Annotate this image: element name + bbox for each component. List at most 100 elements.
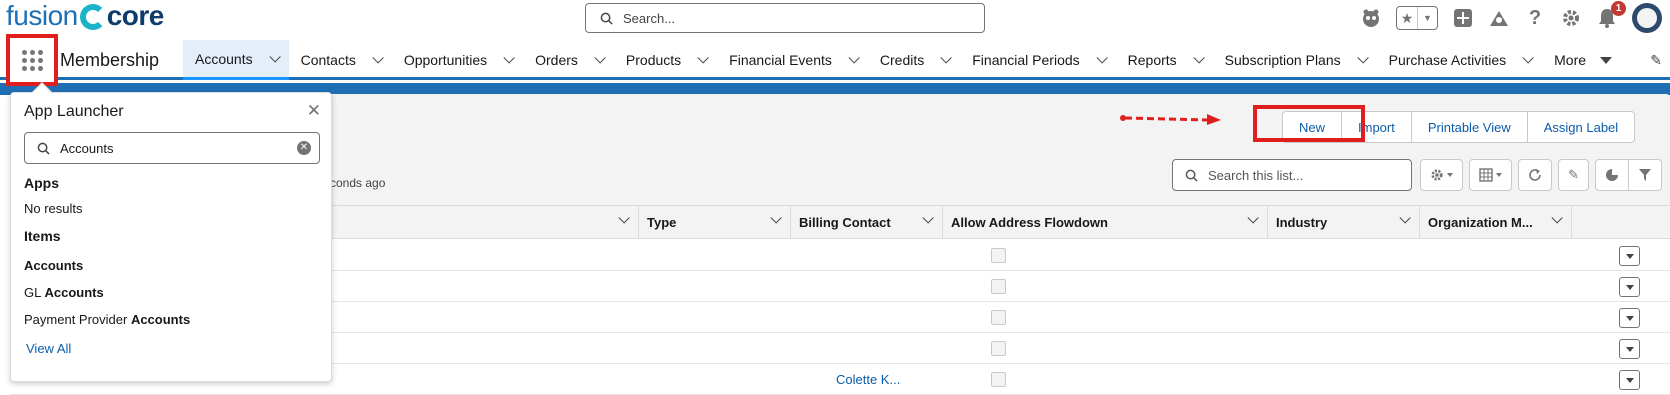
chevron-down-icon[interactable]	[922, 212, 934, 224]
tab-products[interactable]: Products	[614, 40, 717, 80]
row-actions-button[interactable]	[1619, 308, 1640, 328]
app-launcher-button[interactable]	[6, 34, 58, 86]
item-prefix: GL	[24, 285, 45, 300]
list-search-input[interactable]: Search this list...	[1172, 159, 1412, 191]
allow-address-flowdown-checkbox	[991, 279, 1006, 294]
help-icon[interactable]: ?	[1524, 7, 1546, 29]
user-avatar[interactable]	[1632, 3, 1662, 33]
printable-view-button[interactable]: Printable View	[1410, 111, 1528, 143]
tab-financial-periods[interactable]: Financial Periods	[960, 40, 1115, 80]
app-launcher-panel: App Launcher ✕ Accounts ✕ Apps No result…	[10, 82, 332, 382]
tab-orders[interactable]: Orders	[523, 40, 614, 80]
billing-contact-link[interactable]: Colette K...	[836, 372, 900, 387]
search-icon	[37, 142, 50, 155]
caret-down-icon	[1625, 284, 1634, 290]
tab-label: Financial Events	[729, 52, 832, 68]
chevron-down-icon[interactable]	[1551, 212, 1563, 224]
tab-label: Subscription Plans	[1224, 52, 1341, 68]
tab-subscription-plans[interactable]: Subscription Plans	[1213, 40, 1377, 80]
tab-label: Credits	[879, 52, 925, 68]
tab-reports[interactable]: Reports	[1116, 40, 1213, 80]
chevron-down-icon[interactable]	[503, 52, 515, 64]
caret-down-icon	[1625, 315, 1634, 321]
column-label: Allow Address Flowdown	[951, 215, 1108, 230]
column-header-allow-address-flowdown[interactable]: Allow Address Flowdown	[943, 206, 1268, 239]
column-label: Organization M...	[1428, 215, 1533, 230]
items-heading: Items	[24, 228, 61, 244]
launcher-item-payment-provider-accounts[interactable]: Payment Provider Accounts	[24, 312, 190, 327]
gear-icon[interactable]	[1560, 7, 1582, 29]
tab-credits[interactable]: Credits	[868, 40, 960, 80]
list-view-controls-button[interactable]	[1420, 159, 1463, 191]
assign-label-button[interactable]: Assign Label	[1526, 111, 1636, 143]
favorites-dropdown-icon[interactable]: ▼	[1417, 7, 1437, 29]
view-all-link[interactable]: View All	[26, 341, 71, 356]
trailhead-icon[interactable]	[1488, 7, 1510, 29]
table-icon	[1479, 168, 1493, 182]
header-utility-icons: ★ ▼ ? 1	[1360, 1, 1662, 34]
row-actions-button[interactable]	[1619, 339, 1640, 359]
display-as-button[interactable]	[1469, 159, 1512, 191]
caret-down-icon	[1496, 173, 1502, 177]
chevron-down-icon[interactable]	[372, 52, 384, 64]
notifications-bell-icon[interactable]: 1	[1596, 1, 1626, 29]
chevron-down-icon[interactable]	[1357, 52, 1369, 64]
chevron-down-icon[interactable]	[1096, 52, 1108, 64]
column-label: Industry	[1276, 215, 1328, 230]
row-actions-button[interactable]	[1619, 246, 1640, 266]
tab-financial-events[interactable]: Financial Events	[717, 40, 868, 80]
column-header-name[interactable]	[300, 206, 639, 239]
launcher-item-accounts[interactable]: Accounts	[24, 258, 83, 273]
tab-purchase-activities[interactable]: Purchase Activities	[1377, 40, 1543, 80]
column-header-type[interactable]: Type	[639, 206, 791, 239]
avatar-face-icon	[1637, 8, 1657, 28]
star-icon[interactable]: ★	[1397, 7, 1417, 29]
chevron-down-icon[interactable]	[848, 52, 860, 64]
nav-tabs: Accounts Contacts Opportunities Orders P…	[183, 40, 1624, 80]
chevron-down-icon[interactable]	[1399, 212, 1411, 224]
caret-down-icon	[1625, 253, 1634, 259]
item-match: Accounts	[44, 285, 104, 300]
row-actions-button[interactable]	[1619, 370, 1640, 390]
chevron-down-icon[interactable]	[770, 212, 782, 224]
tab-label: Reports	[1127, 52, 1177, 68]
allow-address-flowdown-checkbox	[991, 310, 1006, 325]
chevron-down-icon[interactable]	[697, 52, 709, 64]
chevron-down-icon[interactable]	[940, 52, 953, 64]
chevron-down-icon[interactable]	[1193, 52, 1205, 64]
item-match: Accounts	[130, 312, 191, 327]
tab-opportunities[interactable]: Opportunities	[392, 40, 523, 80]
global-add-icon[interactable]	[1452, 7, 1474, 29]
chevron-down-icon[interactable]	[618, 212, 630, 224]
row-actions-button[interactable]	[1619, 277, 1640, 297]
tab-accounts[interactable]: Accounts	[183, 40, 289, 80]
close-icon[interactable]: ✕	[307, 102, 321, 119]
chevron-down-icon[interactable]	[594, 52, 606, 64]
filters-button[interactable]	[1627, 159, 1662, 191]
column-header-organization[interactable]: Organization M...	[1420, 206, 1572, 239]
clear-search-icon[interactable]: ✕	[297, 141, 311, 155]
chevron-down-icon[interactable]	[1522, 52, 1534, 64]
edit-nav-pencil-icon[interactable]: ✎	[1650, 52, 1662, 69]
tab-contacts[interactable]: Contacts	[289, 40, 392, 80]
app-launcher-search-value: Accounts	[60, 140, 114, 156]
tab-more[interactable]: More	[1542, 40, 1624, 80]
tab-label: Accounts	[195, 50, 253, 67]
search-icon	[600, 12, 613, 25]
chevron-down-icon[interactable]	[269, 50, 281, 63]
launcher-item-gl-accounts[interactable]: GL Accounts	[24, 285, 104, 300]
column-header-billing-contact[interactable]: Billing Contact	[791, 206, 943, 239]
refresh-button[interactable]	[1518, 159, 1552, 191]
fusioncore-logo[interactable]: fusion core	[6, 0, 164, 34]
apps-no-results: No results	[24, 201, 83, 216]
app-launcher-title: App Launcher	[24, 103, 124, 120]
app-launcher-search-input[interactable]: Accounts ✕	[24, 132, 320, 164]
tab-label: More	[1554, 52, 1587, 68]
show-charts-button[interactable]	[1594, 159, 1629, 191]
column-header-industry[interactable]: Industry	[1268, 206, 1420, 239]
inline-edit-button[interactable]: ✎	[1558, 159, 1589, 191]
global-search-input[interactable]: Search...	[585, 3, 985, 33]
chevron-down-icon[interactable]	[1247, 212, 1259, 224]
astro-icon[interactable]	[1360, 7, 1382, 29]
global-header: fusion core Search... ★ ▼ ? 1	[0, 0, 1670, 36]
